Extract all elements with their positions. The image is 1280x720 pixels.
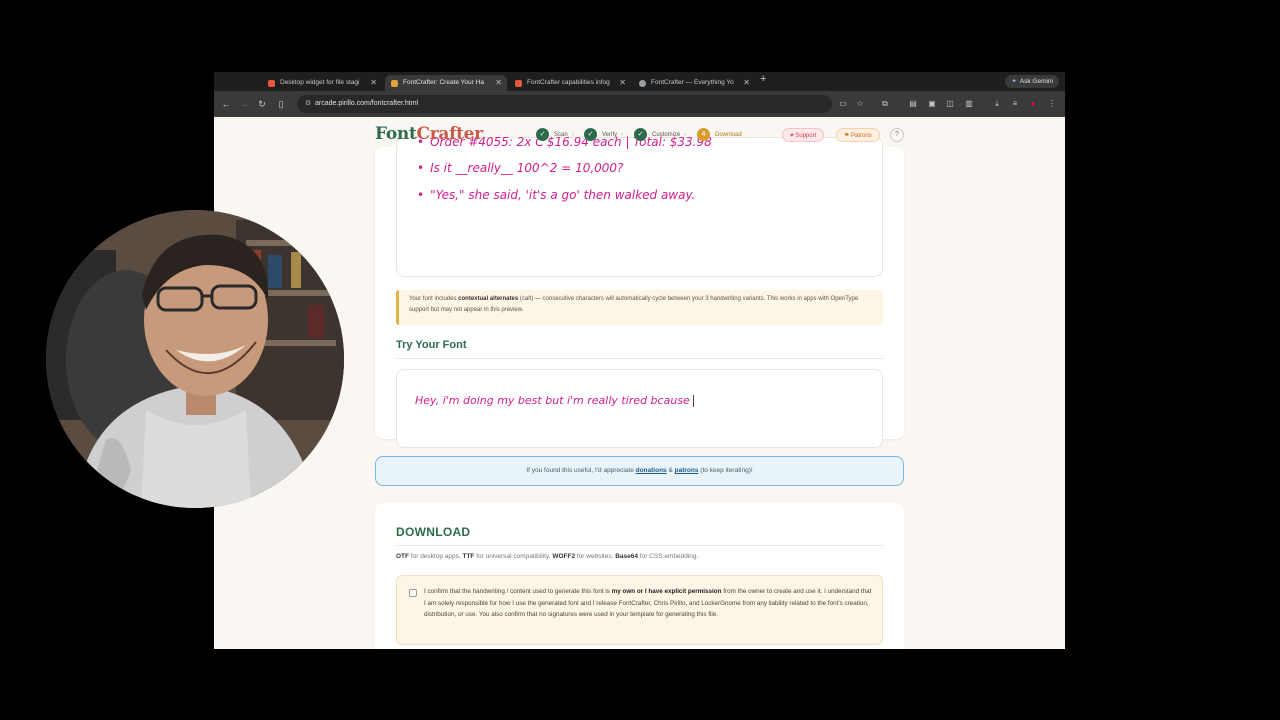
divider <box>396 358 883 359</box>
webcam-person-image <box>46 210 344 508</box>
profile-avatar-icon[interactable]: ● <box>1027 98 1039 110</box>
preview-card: • Order #4055: 2x C'$16.94 each | Total: … <box>375 135 904 448</box>
tab-bar: Desktop widget for file stagi ✕ FontCraf… <box>214 72 1065 91</box>
globe-icon <box>639 80 646 87</box>
try-font-textarea[interactable]: Hey, i'm doing my best but i'm really ti… <box>396 369 883 448</box>
forward-icon[interactable]: → <box>237 97 251 111</box>
download-heading: DOWNLOAD <box>396 525 471 539</box>
step-number: 4 <box>697 128 710 141</box>
address-bar[interactable]: ⚙ arcade.pirillo.com/fontcrafter.html <box>297 95 832 113</box>
tab-everything[interactable]: FontCrafter — Everything Yo ✕ <box>633 75 755 91</box>
tab-title: FontCrafter capabilities infog <box>527 79 610 86</box>
download-card: DOWNLOAD OTF for desktop apps, TTF for u… <box>375 503 904 649</box>
close-tab-icon[interactable]: ✕ <box>495 75 502 91</box>
tab-search-icon[interactable]: ▣ <box>926 98 938 110</box>
donation-banner: If you found this useful, I'd appreciate… <box>375 456 904 486</box>
gemini-label: Ask Gemini <box>1019 78 1053 85</box>
try-font-text[interactable]: Hey, i'm doing my best but i'm really ti… <box>415 394 694 407</box>
favicon-icon <box>515 80 522 87</box>
permission-confirmation: I confirm that the handwriting / content… <box>396 575 883 645</box>
reading-list-icon[interactable]: ▤ <box>907 98 919 110</box>
text-caret <box>692 395 694 407</box>
check-icon: ✓ <box>536 128 549 141</box>
check-icon: ✓ <box>634 128 647 141</box>
help-button[interactable]: ? <box>890 128 904 142</box>
preview-line: • "Yes," she said, 'it's a go' then walke… <box>417 188 696 202</box>
webcam-overlay <box>46 210 344 508</box>
menu-icon[interactable]: ⋮ <box>1046 98 1058 110</box>
tab-title: FontCrafter — Everything Yo <box>651 79 734 86</box>
calt-notice: Your font includes contextual alternates… <box>396 290 883 325</box>
patreon-icon: ⚑ <box>844 133 852 139</box>
fontcrafter-logo[interactable]: FontCrafter <box>375 124 483 144</box>
try-your-font-heading: Try Your Font <box>396 339 467 351</box>
step-download[interactable]: 4 Download <box>697 128 742 142</box>
reload-icon[interactable]: ↻ <box>255 97 269 111</box>
sidepanel-icon[interactable]: ▯ <box>274 97 288 111</box>
back-icon[interactable]: ← <box>219 97 233 111</box>
patrons-link[interactable]: patrons <box>675 467 699 474</box>
close-tab-icon[interactable]: ✕ <box>619 75 626 91</box>
step-customize[interactable]: ✓ Customize › <box>634 128 690 142</box>
gemini-sparkle-icon: ✦ <box>1011 78 1017 85</box>
sample-preview-box: • Order #4055: 2x C'$16.94 each | Total: … <box>396 135 883 277</box>
screen: Desktop widget for file stagi ✕ FontCraf… <box>0 0 1280 720</box>
sidebar-icon[interactable]: ▥ <box>963 98 975 110</box>
patrons-button[interactable]: ⚑ Patrons <box>836 128 880 142</box>
bookmark-star-icon[interactable]: ☆ <box>854 98 866 110</box>
favicon-icon <box>391 80 398 87</box>
divider <box>396 545 883 546</box>
confirm-checkbox[interactable] <box>409 589 417 597</box>
tab-title: FontCrafter: Create Your Ha <box>403 79 484 86</box>
new-tab-button[interactable]: + <box>760 73 766 85</box>
download-icon[interactable]: ⤓ <box>991 98 1003 110</box>
tab-capabilities[interactable]: FontCrafter capabilities infog ✕ <box>509 75 631 91</box>
tab-fontcrafter[interactable]: FontCrafter: Create Your Ha ✕ <box>385 75 507 91</box>
ask-gemini-button[interactable]: ✦ Ask Gemini <box>1005 75 1059 88</box>
site-info-icon[interactable]: ⚙ <box>305 95 311 113</box>
url-text[interactable]: arcade.pirillo.com/fontcrafter.html <box>315 95 418 113</box>
screenshot-icon[interactable]: ◫ <box>944 98 956 110</box>
favicon-icon <box>268 80 275 87</box>
cast-icon[interactable]: ▭ <box>837 98 849 110</box>
step-verify[interactable]: ✓ Verify › <box>584 128 627 142</box>
support-button[interactable]: ♥ Support <box>782 128 825 142</box>
browser-toolbar: ← → ↻ ▯ ⚙ arcade.pirillo.com/fontcrafter… <box>214 91 1065 117</box>
step-scan[interactable]: ✓ Scan › <box>536 128 578 142</box>
close-tab-icon[interactable]: ✕ <box>743 75 750 91</box>
format-description: OTF for desktop apps, TTF for universal … <box>396 553 699 560</box>
close-tab-icon[interactable]: ✕ <box>370 75 377 91</box>
donations-link[interactable]: donations <box>636 467 667 474</box>
extensions-icon[interactable]: ⧉ <box>879 98 891 110</box>
tune-icon[interactable]: ≡ <box>1009 98 1021 110</box>
preview-line: • Is it __really__ 100^2 = 10,000? <box>417 161 624 175</box>
check-icon: ✓ <box>584 128 597 141</box>
tab-desktop-widget[interactable]: Desktop widget for file stagi ✕ <box>262 75 382 91</box>
tab-title: Desktop widget for file stagi <box>280 79 360 86</box>
